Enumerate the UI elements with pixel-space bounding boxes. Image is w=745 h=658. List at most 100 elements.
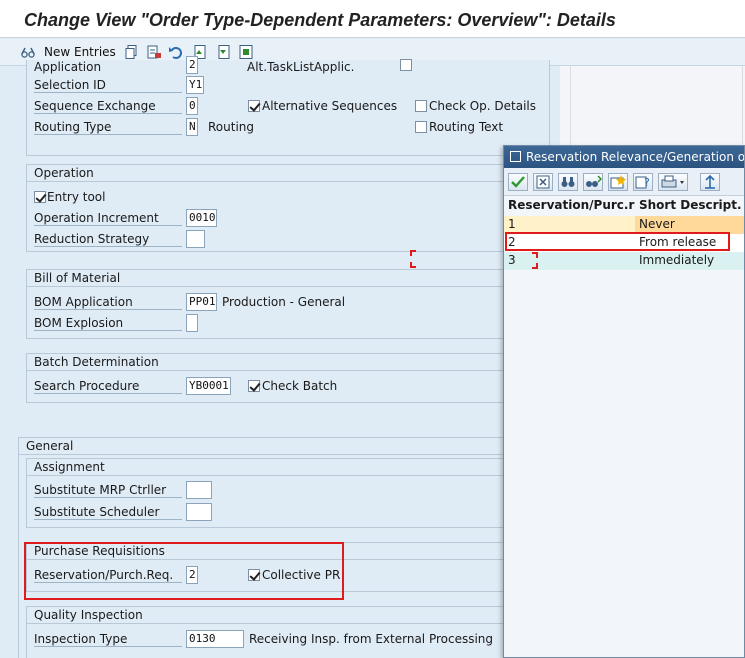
substitute-mrp-label: Substitute MRP Ctrller bbox=[34, 483, 182, 498]
task-list-group: Application 2 Alt.TaskListApplic. Select… bbox=[26, 56, 550, 156]
new-entries-label: New Entries bbox=[44, 45, 116, 59]
substitute-scheduler-field[interactable] bbox=[186, 503, 212, 521]
sort-icon bbox=[705, 174, 715, 189]
confirm-button[interactable] bbox=[508, 173, 528, 191]
cursor-corner-mark bbox=[410, 262, 416, 268]
routing-text-checkbox[interactable] bbox=[415, 121, 427, 133]
list-row-immediately[interactable]: 3 Immediately bbox=[504, 252, 744, 270]
routing-type-field[interactable]: N bbox=[186, 118, 198, 136]
check-batch-checkbox[interactable] bbox=[248, 380, 260, 392]
dialog-title-bar[interactable]: Reservation Relevance/Generation of Purc bbox=[504, 146, 744, 168]
application-field[interactable]: 2 bbox=[186, 56, 198, 74]
operation-increment-field[interactable]: 0010 bbox=[186, 209, 217, 227]
other-entry-button[interactable] bbox=[238, 43, 254, 61]
cancel-button[interactable] bbox=[533, 173, 553, 191]
page-title: Change View "Order Type-Dependent Parame… bbox=[24, 10, 616, 30]
help-icon: ? bbox=[635, 176, 650, 189]
glasses-icon bbox=[20, 44, 36, 60]
list-header: Reservation/Purc.req Short Descript. bbox=[504, 197, 744, 215]
entry-tool-label: Entry tool bbox=[47, 190, 106, 204]
find-next-button[interactable] bbox=[583, 173, 603, 191]
bom-application-field[interactable]: PP01 bbox=[186, 293, 217, 311]
quality-inspection-title: Quality Inspection bbox=[27, 607, 549, 624]
inspection-type-label: Inspection Type bbox=[34, 632, 182, 647]
next-page-icon bbox=[216, 44, 232, 60]
substitute-scheduler-label: Substitute Scheduler bbox=[34, 505, 182, 520]
dialog-toolbar: ? bbox=[504, 168, 744, 196]
selection-id-field[interactable]: Y1 bbox=[186, 76, 204, 94]
alt-tasklist-label: Alt.TaskListApplic. bbox=[247, 60, 355, 74]
help-button[interactable]: ? bbox=[633, 173, 653, 191]
svg-text:?: ? bbox=[644, 176, 650, 189]
search-procedure-field[interactable]: YB0001 bbox=[186, 377, 231, 395]
alt-tasklist-checkbox[interactable] bbox=[400, 59, 412, 71]
star-icon bbox=[610, 175, 626, 189]
next-entry-button[interactable] bbox=[216, 43, 232, 61]
application-label: Application bbox=[34, 60, 102, 74]
bom-explosion-field[interactable] bbox=[186, 314, 198, 332]
main-content: Application 2 Alt.TaskListApplic. Select… bbox=[0, 56, 560, 658]
substitute-mrp-field[interactable] bbox=[186, 481, 212, 499]
selection-id-label: Selection ID bbox=[34, 78, 182, 93]
operation-increment-label: Operation Increment bbox=[34, 211, 182, 226]
alternative-sequences-checkbox[interactable] bbox=[248, 100, 260, 112]
selected-row-highlight bbox=[505, 232, 730, 251]
bill-of-material-group: Bill of Material BOM Application PP01 Pr… bbox=[26, 269, 550, 339]
value-help-dialog: Reservation Relevance/Generation of Purc… bbox=[503, 145, 745, 658]
row-key: 3 bbox=[504, 252, 635, 270]
assignment-title: Assignment bbox=[27, 459, 549, 476]
select-entry-icon bbox=[238, 44, 254, 60]
assignment-group: Assignment Substitute MRP Ctrller Substi… bbox=[26, 458, 550, 528]
personal-list-button[interactable] bbox=[608, 173, 628, 191]
quality-inspection-group: Quality Inspection Inspection Type 0130 … bbox=[26, 606, 550, 658]
new-entries-button[interactable]: New Entries bbox=[20, 43, 116, 61]
find-next-icon bbox=[586, 175, 603, 187]
alternative-sequences-label: Alternative Sequences bbox=[262, 99, 398, 113]
delete-icon bbox=[146, 44, 162, 60]
check-op-details-checkbox[interactable] bbox=[415, 100, 427, 112]
cursor-corner-mark bbox=[410, 250, 416, 256]
general-title: General bbox=[19, 438, 557, 455]
column-header-description[interactable]: Short Descript. bbox=[635, 197, 744, 215]
find-button[interactable] bbox=[558, 173, 578, 191]
close-icon bbox=[536, 175, 550, 189]
dialog-title: Reservation Relevance/Generation of Purc bbox=[526, 150, 745, 164]
check-icon bbox=[511, 176, 525, 188]
inspection-type-text: Receiving Insp. from External Processing bbox=[249, 632, 494, 646]
bom-explosion-label: BOM Explosion bbox=[34, 316, 182, 331]
row-description: Immediately bbox=[635, 252, 744, 270]
check-batch-label: Check Batch bbox=[262, 379, 338, 393]
routing-text-label: Routing Text bbox=[429, 120, 504, 134]
routing-type-label: Routing Type bbox=[34, 120, 182, 135]
copy-button[interactable] bbox=[124, 43, 140, 61]
window-icon bbox=[510, 151, 521, 162]
print-button[interactable] bbox=[658, 173, 688, 191]
search-procedure-label: Search Procedure bbox=[34, 379, 182, 394]
inspection-type-field[interactable]: 0130 bbox=[186, 630, 244, 648]
purchase-requisitions-highlight bbox=[24, 542, 344, 600]
entry-tool-checkbox[interactable] bbox=[34, 191, 46, 203]
bom-application-text: Production - General bbox=[222, 295, 346, 309]
sequence-exchange-field[interactable]: 0 bbox=[186, 97, 198, 115]
batch-title: Batch Determination bbox=[27, 354, 549, 371]
reduction-strategy-field[interactable] bbox=[186, 230, 205, 248]
operation-group: Operation Entry tool Operation Increment… bbox=[26, 164, 550, 252]
cursor-corner-mark bbox=[532, 252, 538, 258]
settings-button[interactable] bbox=[700, 173, 720, 191]
undo-button[interactable] bbox=[168, 43, 184, 61]
title-bar: Change View "Order Type-Dependent Parame… bbox=[0, 0, 745, 38]
column-header-key[interactable]: Reservation/Purc.req bbox=[504, 197, 635, 215]
batch-determination-group: Batch Determination Search Procedure YB0… bbox=[26, 353, 550, 403]
undo-icon bbox=[168, 44, 184, 60]
binoculars-icon bbox=[561, 177, 575, 187]
reduction-strategy-label: Reduction Strategy bbox=[34, 232, 182, 247]
cursor-corner-mark bbox=[532, 263, 538, 269]
sequence-exchange-label: Sequence Exchange bbox=[34, 99, 182, 114]
delete-button[interactable] bbox=[146, 43, 162, 61]
routing-type-text: Routing bbox=[208, 120, 255, 134]
operation-title: Operation bbox=[27, 165, 549, 182]
bom-title: Bill of Material bbox=[27, 270, 549, 287]
check-op-details-label: Check Op. Details bbox=[429, 99, 537, 113]
copy-icon bbox=[124, 44, 140, 60]
printer-icon bbox=[661, 175, 684, 188]
